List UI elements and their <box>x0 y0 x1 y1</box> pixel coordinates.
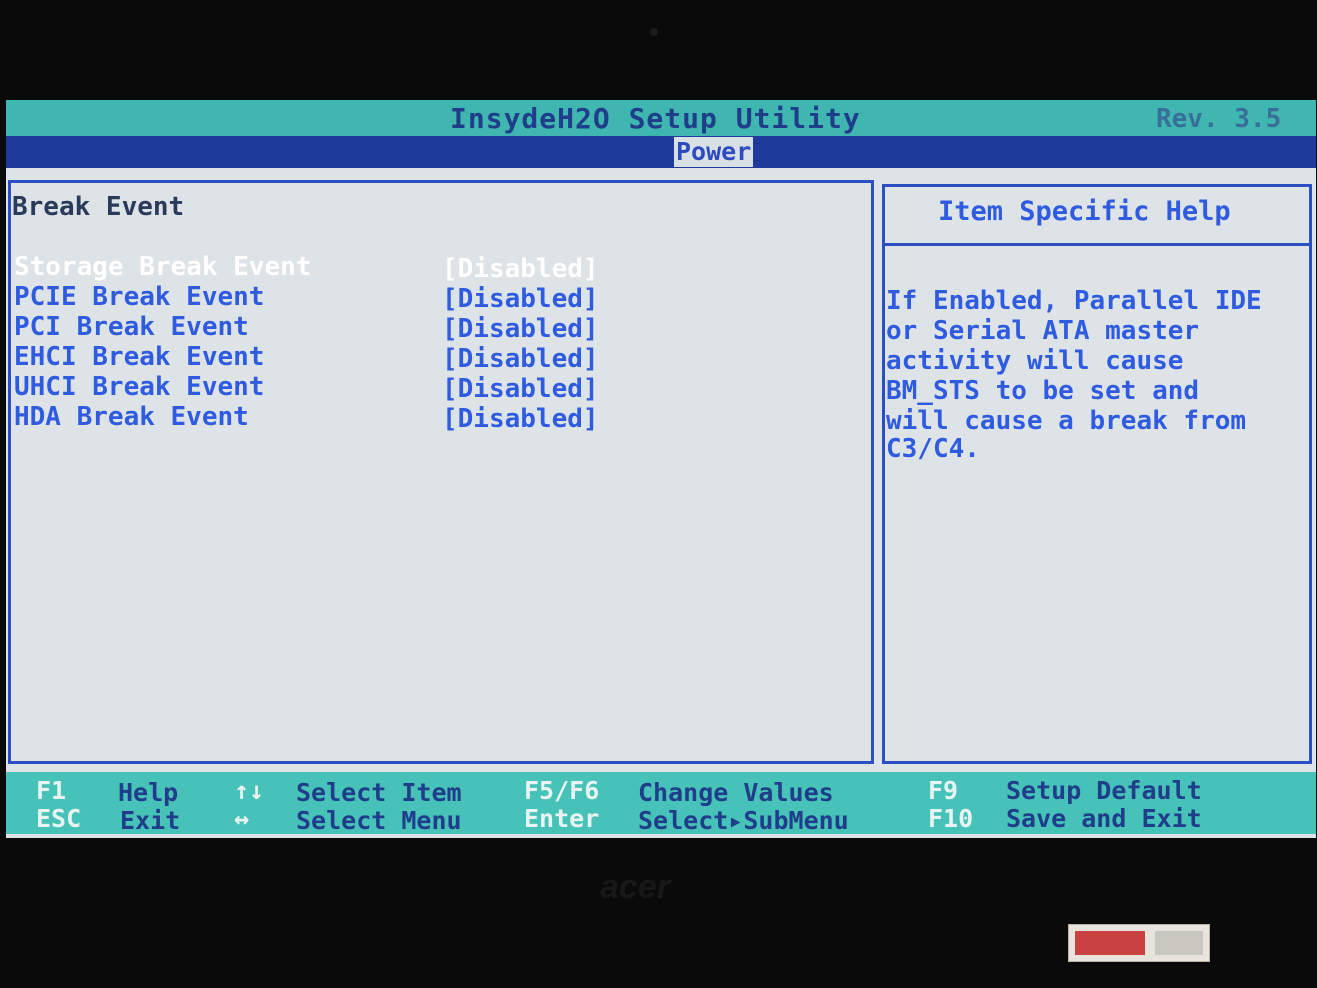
revision-label: Rev. 3.5 <box>1156 104 1282 134</box>
pci-break-event-value[interactable]: [Disabled] <box>442 314 599 344</box>
f1-key: F1 <box>36 776 67 805</box>
laptop-frame: InsydeH2O Setup Utility Rev. 3.5 Power B… <box>0 0 1317 988</box>
uhci-break-event-value[interactable]: [Disabled] <box>442 374 599 404</box>
menu-bar: Power <box>6 136 1316 168</box>
utility-title: InsydeH2O Setup Utility <box>450 102 861 135</box>
pcie-break-event-value[interactable]: [Disabled] <box>442 284 599 314</box>
storage-break-event-label[interactable]: Storage Break Event <box>14 252 311 282</box>
setup-default-desc: Setup Default <box>1006 776 1202 805</box>
f9-key: F9 <box>928 776 959 805</box>
key-legend-bar: F1 Help ESC Exit ↑↓ Select Item ↔ Select… <box>6 772 1316 835</box>
ehci-break-event-value[interactable]: [Disabled] <box>442 344 599 374</box>
f1-desc: Help <box>118 778 179 807</box>
tab-power[interactable]: Power <box>674 137 754 167</box>
bios-screen: InsydeH2O Setup Utility Rev. 3.5 Power B… <box>6 100 1316 838</box>
esc-desc: Exit <box>120 806 181 835</box>
help-text-line: C3/C4. <box>886 434 980 464</box>
title-bar: InsydeH2O Setup Utility Rev. 3.5 <box>6 100 1316 136</box>
acer-logo: acer <box>600 868 670 906</box>
f10-key: F10 <box>928 804 974 833</box>
hda-break-event-label[interactable]: HDA Break Event <box>14 402 249 432</box>
sticker-gray-mark <box>1155 931 1203 955</box>
help-text-line: activity will cause <box>886 346 1184 376</box>
select-item-desc: Select Item <box>296 778 462 807</box>
webcam <box>650 28 658 36</box>
save-and-exit-desc: Save and Exit <box>1006 804 1202 833</box>
esc-key: ESC <box>36 804 82 833</box>
help-text-line: BM_STS to be set and <box>886 376 1200 406</box>
help-text-line: If Enabled, Parallel IDE <box>886 286 1262 316</box>
pcie-break-event-label[interactable]: PCIE Break Event <box>14 282 264 312</box>
f5-f6-key: F5/F6 <box>524 776 600 805</box>
select-submenu-desc: Select▸SubMenu <box>638 806 849 835</box>
storage-break-event-value[interactable]: [Disabled] <box>442 254 599 284</box>
help-panel <box>882 184 1312 764</box>
help-text-line: or Serial ATA master <box>886 316 1200 346</box>
help-title: Item Specific Help <box>938 196 1231 227</box>
hda-break-event-value[interactable]: [Disabled] <box>442 404 599 434</box>
left-right-arrows-icon: ↔ <box>234 804 250 833</box>
uhci-break-event-label[interactable]: UHCI Break Event <box>14 372 264 402</box>
pci-break-event-label[interactable]: PCI Break Event <box>14 312 249 342</box>
authenticity-sticker <box>1068 924 1210 962</box>
up-down-arrows-icon: ↑↓ <box>234 776 265 805</box>
select-menu-desc: Select Menu <box>296 806 462 835</box>
section-title: Break Event <box>12 192 185 222</box>
ehci-break-event-label[interactable]: EHCI Break Event <box>14 342 264 372</box>
enter-key: Enter <box>524 804 600 833</box>
help-divider <box>885 243 1309 246</box>
help-text-line: will cause a break from <box>886 406 1247 436</box>
change-values-desc: Change Values <box>638 778 834 807</box>
sticker-red-mark <box>1075 931 1145 955</box>
